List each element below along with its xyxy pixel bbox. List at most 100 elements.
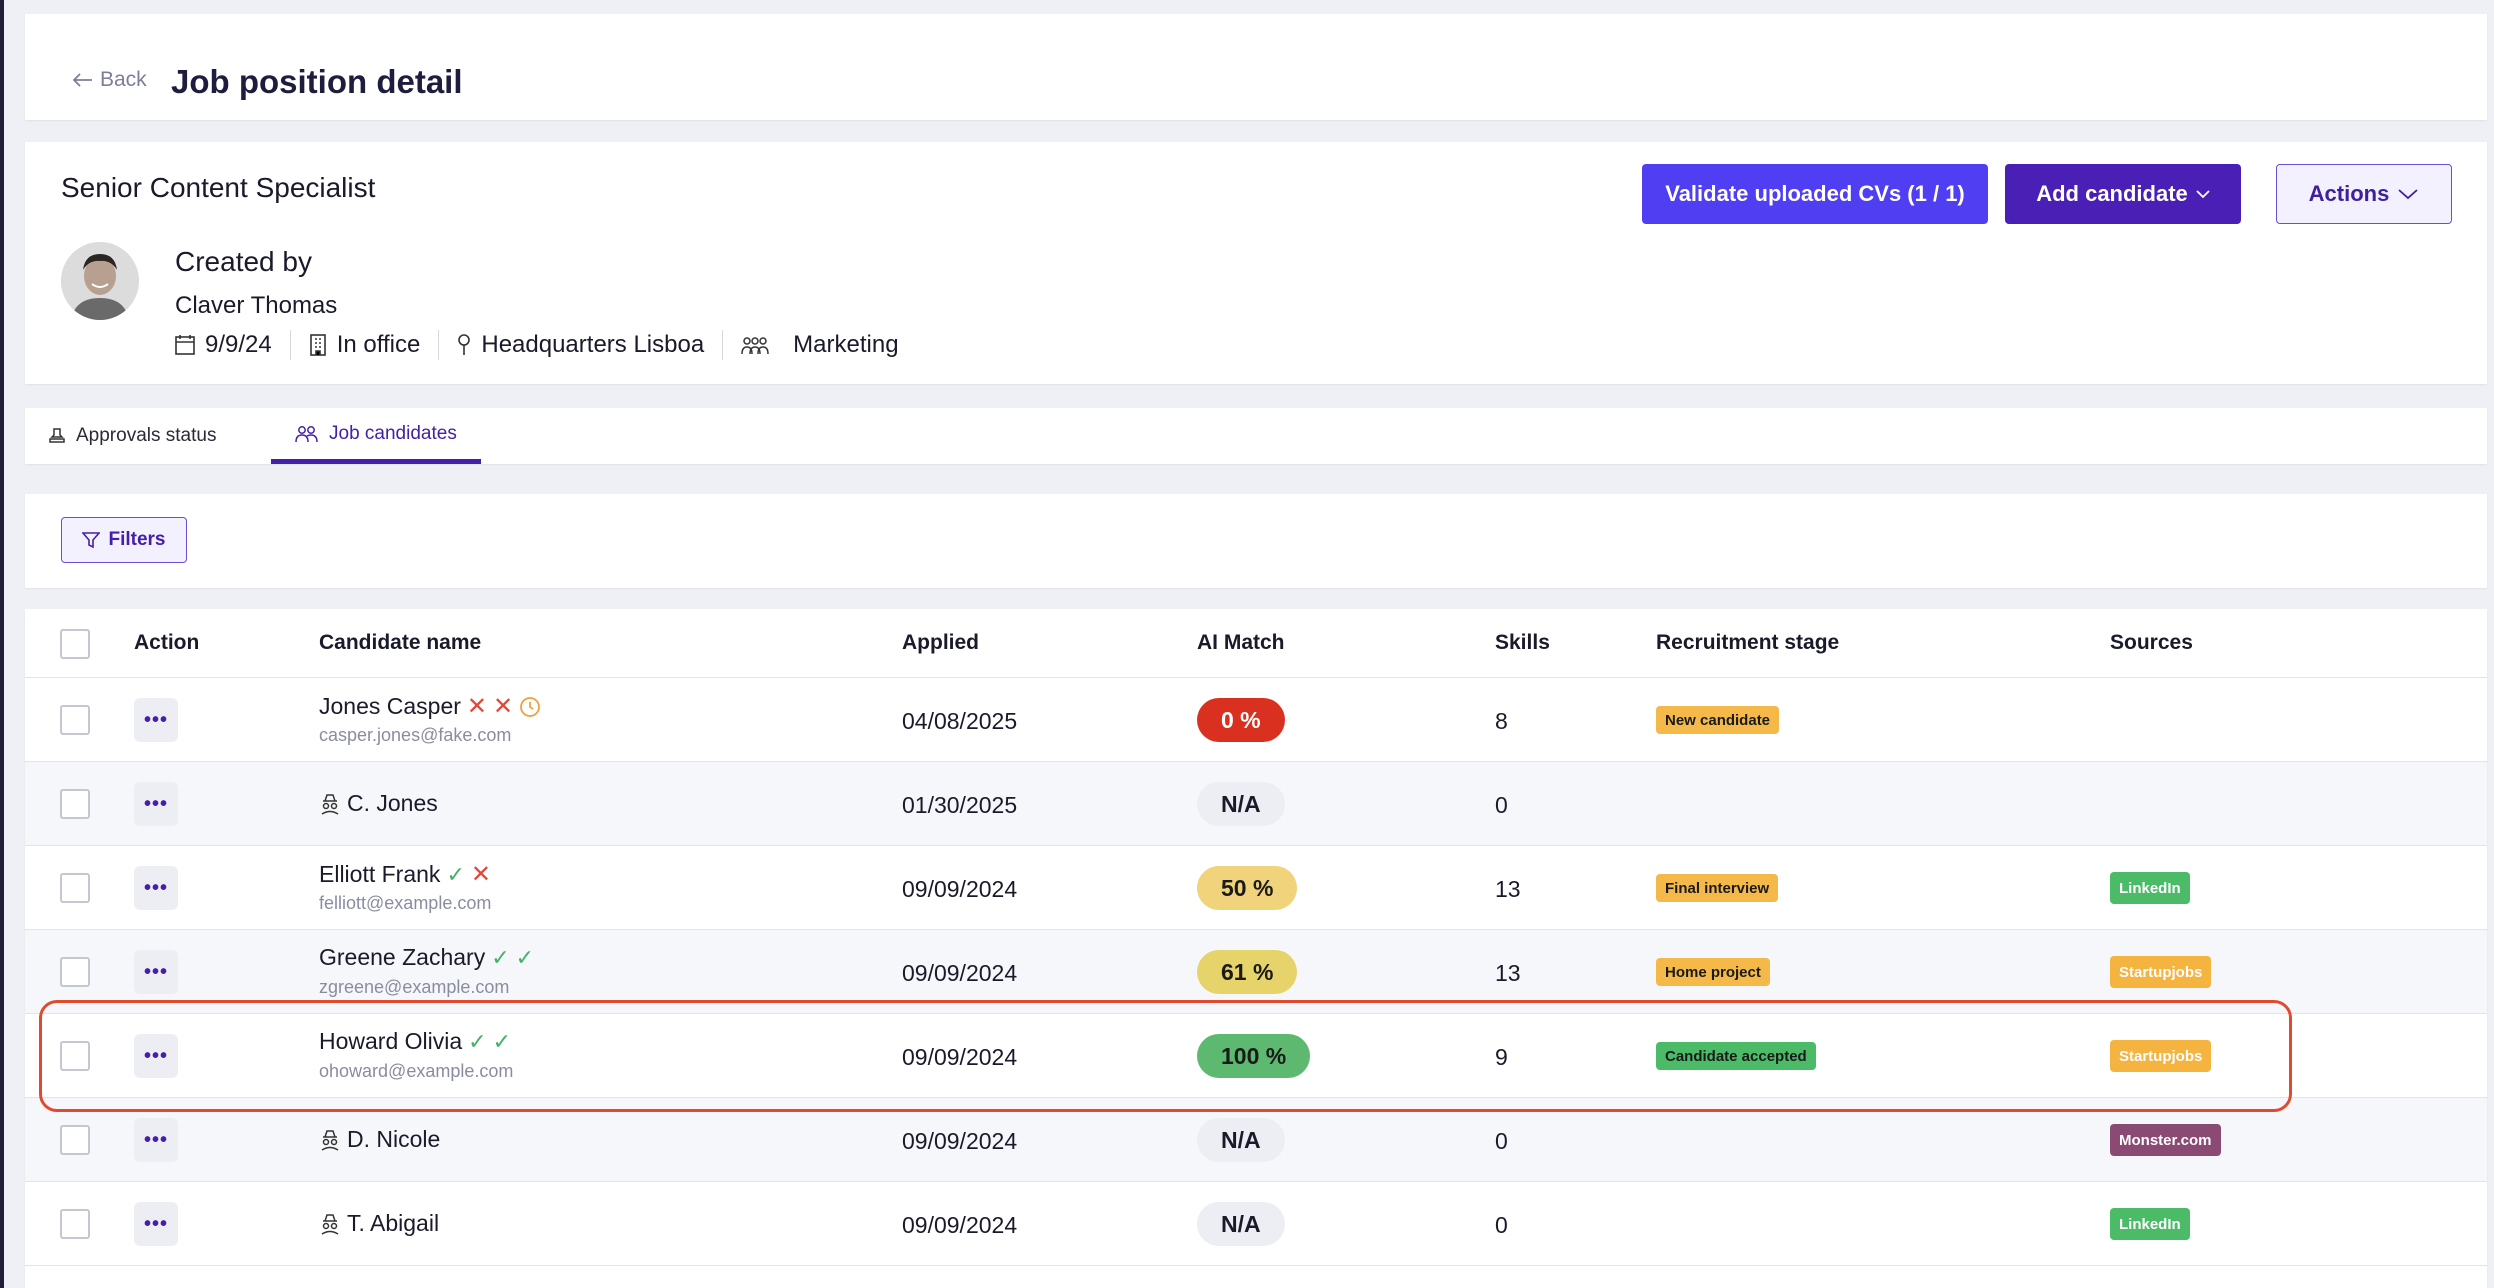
table-row[interactable]: ••• T. Abigail 09/09/2024 N/A 0 LinkedIn xyxy=(25,1182,2487,1266)
ai-match-badge: N/A xyxy=(1197,1118,1285,1162)
candidates-table: Action Candidate name Applied AI Match S… xyxy=(25,609,2487,1288)
skills-count: 8 xyxy=(1495,708,1508,734)
reject-x-icon: ✕ xyxy=(493,693,514,720)
filters-label: Filters xyxy=(108,529,166,550)
applied-date: 09/09/2024 xyxy=(902,1212,1018,1238)
tab-job-candidates[interactable]: Job candidates xyxy=(271,408,481,464)
applied-date: 09/09/2024 xyxy=(902,1128,1018,1154)
actions-label: Actions xyxy=(2308,181,2390,206)
row-checkbox[interactable] xyxy=(60,957,90,987)
row-actions-button[interactable]: ••• xyxy=(134,866,178,910)
skills-count: 9 xyxy=(1495,1044,1508,1070)
add-candidate-button[interactable]: Add candidate xyxy=(2005,164,2241,224)
meta-location-text: Headquarters Lisboa xyxy=(481,331,705,358)
row-actions-button[interactable]: ••• xyxy=(134,1118,178,1162)
row-actions-button[interactable]: ••• xyxy=(134,1034,178,1078)
candidate-email: ohoward@example.com xyxy=(319,1061,514,1081)
row-checkbox[interactable] xyxy=(60,705,90,735)
candidate-name[interactable]: Greene Zachary ✓ ✓ xyxy=(319,944,534,971)
col-sources: Sources xyxy=(2110,631,2193,654)
filters-button[interactable]: Filters xyxy=(61,517,187,563)
users-icon xyxy=(295,425,318,442)
applied-date: 09/09/2024 xyxy=(902,960,1018,986)
check-icon: ✓ xyxy=(468,1028,487,1054)
building-icon xyxy=(309,334,326,356)
table-row[interactable]: ••• C. Jones 01/30/2025 N/A 0 xyxy=(25,762,2487,846)
tab-job-candidates-label: Job candidates xyxy=(329,422,457,444)
table-row[interactable]: ••• D. Nicole 09/09/2024 N/A 0 Monster.c… xyxy=(25,1098,2487,1182)
validate-cvs-button[interactable]: Validate uploaded CVs (1 / 1) xyxy=(1642,164,1988,224)
col-applied: Applied xyxy=(902,631,979,654)
job-info-card: Senior Content Specialist Created by Cla… xyxy=(25,142,2487,384)
ai-match-badge: 61 % xyxy=(1197,950,1298,994)
validate-cvs-label: Validate uploaded CVs (1 / 1) xyxy=(1665,181,1965,206)
meta-work-mode-text: In office xyxy=(336,331,421,358)
table-row[interactable]: ••• Elliott Frank ✓ ✕ felliott@example.c… xyxy=(25,846,2487,930)
applied-date: 09/09/2024 xyxy=(902,876,1018,902)
created-by-label: Created by xyxy=(175,246,312,277)
row-checkbox[interactable] xyxy=(60,1125,90,1155)
row-checkbox[interactable] xyxy=(60,789,90,819)
stage-badge: New candidate xyxy=(1656,706,1780,734)
table-row[interactable]: ••• Jones Casper ✕ ✕ casper.jones@fake.c… xyxy=(25,678,2487,762)
row-checkbox[interactable] xyxy=(60,1209,90,1239)
check-icon: ✓ xyxy=(492,1028,512,1054)
stage-badge: Home project xyxy=(1656,958,1770,986)
row-actions-button[interactable]: ••• xyxy=(134,1202,178,1246)
candidate-name[interactable]: Elliott Frank ✓ ✕ xyxy=(319,860,491,889)
check-icon: ✓ xyxy=(446,861,465,887)
chevron-down-icon xyxy=(2196,190,2210,199)
ai-match-badge: 0 % xyxy=(1197,698,1285,742)
candidate-name[interactable]: C. Jones xyxy=(319,790,438,817)
candidate-name-text: C. Jones xyxy=(347,790,438,816)
team-icon xyxy=(741,337,769,355)
stage-badge: Final interview xyxy=(1656,874,1779,902)
applied-date: 09/09/2024 xyxy=(902,1044,1018,1070)
tab-bar: Approvals status Job candidates xyxy=(25,408,2487,464)
row-actions-button[interactable]: ••• xyxy=(134,698,178,742)
location-pin-icon xyxy=(458,334,471,355)
anonymous-user-icon xyxy=(321,1129,339,1151)
row-actions-button[interactable]: ••• xyxy=(134,782,178,826)
source-badge: LinkedIn xyxy=(2110,1208,2190,1240)
candidate-name-text: Howard Olivia xyxy=(319,1028,463,1054)
applied-date: 04/08/2025 xyxy=(902,708,1018,734)
skills-count: 0 xyxy=(1495,792,1508,818)
row-checkbox[interactable] xyxy=(60,1041,90,1071)
meta-date-text: 9/9/24 xyxy=(205,331,272,358)
select-all-checkbox[interactable] xyxy=(60,629,90,659)
filters-bar: Filters xyxy=(25,494,2487,588)
anonymous-user-icon xyxy=(321,1213,339,1235)
tab-approvals-label: Approvals status xyxy=(76,425,217,446)
skills-count: 0 xyxy=(1495,1128,1508,1154)
tab-approvals-status[interactable]: Approvals status xyxy=(48,408,216,464)
ai-match-badge: N/A xyxy=(1197,782,1285,826)
left-edge-bar xyxy=(0,0,4,1288)
candidate-name[interactable]: Howard Olivia ✓ ✓ xyxy=(319,1028,511,1055)
row-actions-button[interactable]: ••• xyxy=(134,950,178,994)
col-recruitment-stage: Recruitment stage xyxy=(1656,631,1840,654)
table-header: Action Candidate name Applied AI Match S… xyxy=(25,609,2487,678)
col-skills: Skills xyxy=(1495,631,1550,654)
table-row[interactable]: ••• Howard Olivia ✓ ✓ ohoward@example.co… xyxy=(25,1014,2487,1098)
source-badge: Monster.com xyxy=(2110,1124,2221,1156)
meta-location: Headquarters Lisboa xyxy=(438,330,722,360)
actions-button[interactable]: Actions xyxy=(2276,164,2452,224)
page-title: Job position detail xyxy=(171,63,463,100)
candidate-email: felliott@example.com xyxy=(319,893,492,913)
candidate-name[interactable]: T. Abigail xyxy=(319,1210,439,1237)
stamp-icon xyxy=(49,428,65,443)
table-row[interactable]: ••• Greene Zachary ✓ ✓ zgreene@example.c… xyxy=(25,930,2487,1014)
meta-department-text: Marketing xyxy=(793,331,899,358)
check-icon: ✓ xyxy=(515,944,535,970)
candidate-email: zgreene@example.com xyxy=(319,977,510,997)
back-link[interactable]: Back xyxy=(72,68,147,92)
add-candidate-label: Add candidate xyxy=(2036,181,2188,206)
candidate-name-text: Elliott Frank xyxy=(319,861,441,887)
candidate-email: casper.jones@fake.com xyxy=(319,725,512,745)
anonymous-user-icon xyxy=(321,793,339,815)
candidate-name[interactable]: Jones Casper ✕ ✕ xyxy=(319,692,541,721)
back-label: Back xyxy=(100,68,147,91)
candidate-name[interactable]: D. Nicole xyxy=(319,1126,440,1153)
row-checkbox[interactable] xyxy=(60,873,90,903)
